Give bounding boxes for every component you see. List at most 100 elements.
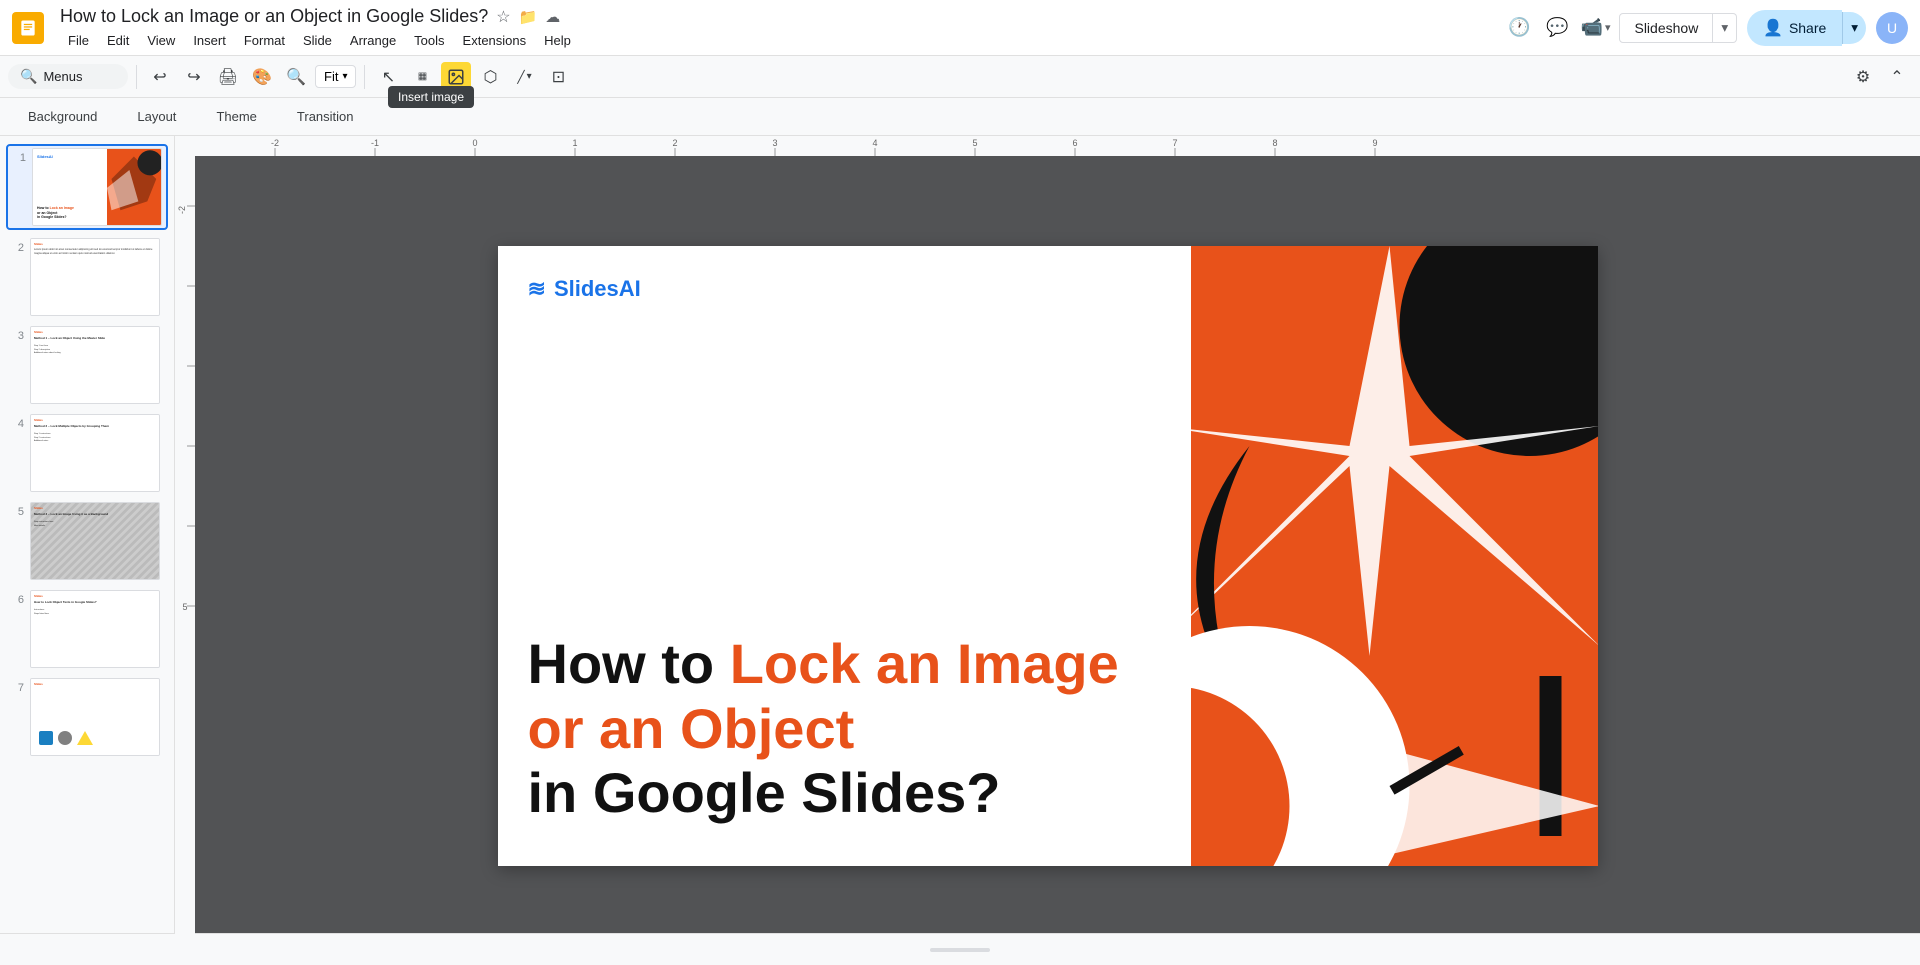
menu-arrange[interactable]: Arrange [342,31,404,50]
paint-format-button[interactable]: 🎨 [247,62,277,92]
slides-ai-header: ≋ SlidesAI [528,276,641,302]
insert-shape-button[interactable]: ⬡ [475,62,505,92]
slide-thumbnail-4: Slides Method 2 – Lock Multiple Objects … [30,414,160,492]
top-bar: How to Lock an Image or an Object in Goo… [0,0,1920,56]
app-logo[interactable] [12,12,44,44]
background-button[interactable]: Background [12,105,113,128]
slide-thumbnail-3: Slides Method 1 – Lock an Object Using t… [30,326,160,404]
folder-icon[interactable]: 📁 [519,8,538,26]
svg-text:8: 8 [1272,138,1277,148]
bottom-bar [0,933,1920,965]
fit-select[interactable]: Fit ▾ [315,65,356,88]
slide-number: 6 [8,594,24,606]
share-button[interactable]: 👤 Share [1747,10,1842,46]
menu-extensions[interactable]: Extensions [455,31,535,50]
doc-title-area: How to Lock an Image or an Object in Goo… [60,6,1497,50]
fit-label: Fit [324,69,338,84]
menu-help[interactable]: Help [536,31,579,50]
slide-title: How to Lock an Image or an Object in Goo… [528,632,1171,825]
doc-title[interactable]: How to Lock an Image or an Object in Goo… [60,6,488,27]
svg-text:9: 9 [1372,138,1377,148]
slide-title-lock: Lock an Image [730,632,1119,695]
print-button[interactable]: 🖨 [213,62,243,92]
svg-text:-2: -2 [271,138,279,148]
slide-right-panel [1191,246,1598,866]
slide-canvas[interactable]: ≋ SlidesAI How to Lock an Image or an Ob… [498,246,1598,866]
search-icon: 🔍 [20,68,37,85]
slide-number: 1 [10,152,26,164]
camera-button[interactable]: 📹 ▾ [1581,14,1609,42]
slideshow-button[interactable]: Slideshow [1619,13,1713,43]
zoom-button[interactable]: 🔍 [281,62,311,92]
svg-text:6: 6 [1072,138,1077,148]
insert-text-button[interactable]: ⊡ [543,62,573,92]
user-avatar[interactable]: U [1876,12,1908,44]
slide-number: 2 [8,242,24,254]
slide-number: 5 [8,506,24,518]
svg-text:2: 2 [672,138,677,148]
fit-dropdown-icon: ▾ [342,71,347,82]
theme-button[interactable]: Theme [200,105,272,128]
svg-text:-2: -2 [177,206,187,214]
slide-thumbnail-1: SlidesAI How to Lock an Imageor an Objec… [32,148,162,226]
transition-button[interactable]: Transition [281,105,370,128]
svg-text:3: 3 [772,138,777,148]
layout-button[interactable]: Layout [121,105,192,128]
page-indicator [930,948,990,952]
toolbar-right: ⚙ ⌃ [1848,62,1912,92]
svg-text:7: 7 [1172,138,1177,148]
slide-item-1[interactable]: 1 SlidesAI How to Lock an Imageor an Obj… [6,144,168,230]
canvas-area: -2 -1 0 1 2 3 4 5 6 7 8 [175,136,1920,965]
menu-file[interactable]: File [60,31,97,50]
svg-text:5: 5 [972,138,977,148]
menu-view[interactable]: View [139,31,183,50]
share-dropdown-button[interactable]: ▾ [1842,12,1866,44]
slide-number: 3 [8,330,24,342]
menu-tools[interactable]: Tools [406,31,452,50]
separator [136,65,137,89]
insert-image-button[interactable] [441,62,471,92]
menu-edit[interactable]: Edit [99,31,137,50]
svg-text:4: 4 [872,138,877,148]
star-icon[interactable]: ☆ [496,7,510,27]
slide-thumbnail-2: Slides Lorem ipsum dolor sit amet consec… [30,238,160,316]
ruler-top: -2 -1 0 1 2 3 4 5 6 7 8 [175,136,1920,156]
menu-insert[interactable]: Insert [185,31,234,50]
slide-thumbnail-7: Slides [30,678,160,756]
slideshow-dropdown-button[interactable]: ▾ [1713,13,1737,43]
comments-button[interactable]: 💬 [1543,14,1571,42]
top-right: 🕐 💬 📹 ▾ Slideshow ▾ 👤 Share ▾ U [1505,10,1908,46]
select-tool-button[interactable]: ↖ [373,62,403,92]
undo-button[interactable]: ↩ [145,62,175,92]
menu-slide[interactable]: Slide [295,31,340,50]
svg-text:0: 0 [472,138,477,148]
svg-text:1: 1 [572,138,577,148]
select-subtype-button[interactable]: ▦ [407,62,437,92]
menu-format[interactable]: Format [236,31,293,50]
insert-line-button[interactable]: ╱▾ [509,62,539,92]
redo-button[interactable]: ↪ [179,62,209,92]
search-label[interactable]: Menus [43,69,82,84]
history-button[interactable]: 🕐 [1505,14,1533,42]
menu-bar: File Edit View Insert Format Slide Arran… [60,31,1497,50]
slideshow-group: Slideshow ▾ [1619,13,1737,43]
slide-item-3[interactable]: 3 Slides Method 1 – Lock an Object Using… [6,324,168,406]
slide-item-5[interactable]: 5 Slides Method 3 – Lock an Image Using … [6,500,168,582]
slide-item-2[interactable]: 2 Slides Lorem ipsum dolor sit amet cons… [6,236,168,318]
slide-item-4[interactable]: 4 Slides Method 2 – Lock Multiple Object… [6,412,168,494]
share-icon: 👤 [1763,18,1783,38]
slide-thumbnail-6: Slides How to Lock Object Texts in Googl… [30,590,160,668]
accessibility-button[interactable]: ⚙ [1848,62,1878,92]
slide-title-object: or an Object [528,697,855,760]
toggle-button[interactable]: ⌃ [1882,62,1912,92]
slide-item-6[interactable]: 6 Slides How to Lock Object Texts in Goo… [6,588,168,670]
slide-title-how-to: How to [528,632,730,695]
geometric-art [1191,246,1598,866]
share-group: 👤 Share ▾ [1747,10,1866,46]
slide-number: 4 [8,418,24,430]
svg-text:5: 5 [182,602,187,612]
slide-number: 7 [8,682,24,694]
slide-item-7[interactable]: 7 Slides [6,676,168,758]
search-area: 🔍 Menus [8,64,128,89]
cloud-icon[interactable]: ☁ [545,8,560,26]
